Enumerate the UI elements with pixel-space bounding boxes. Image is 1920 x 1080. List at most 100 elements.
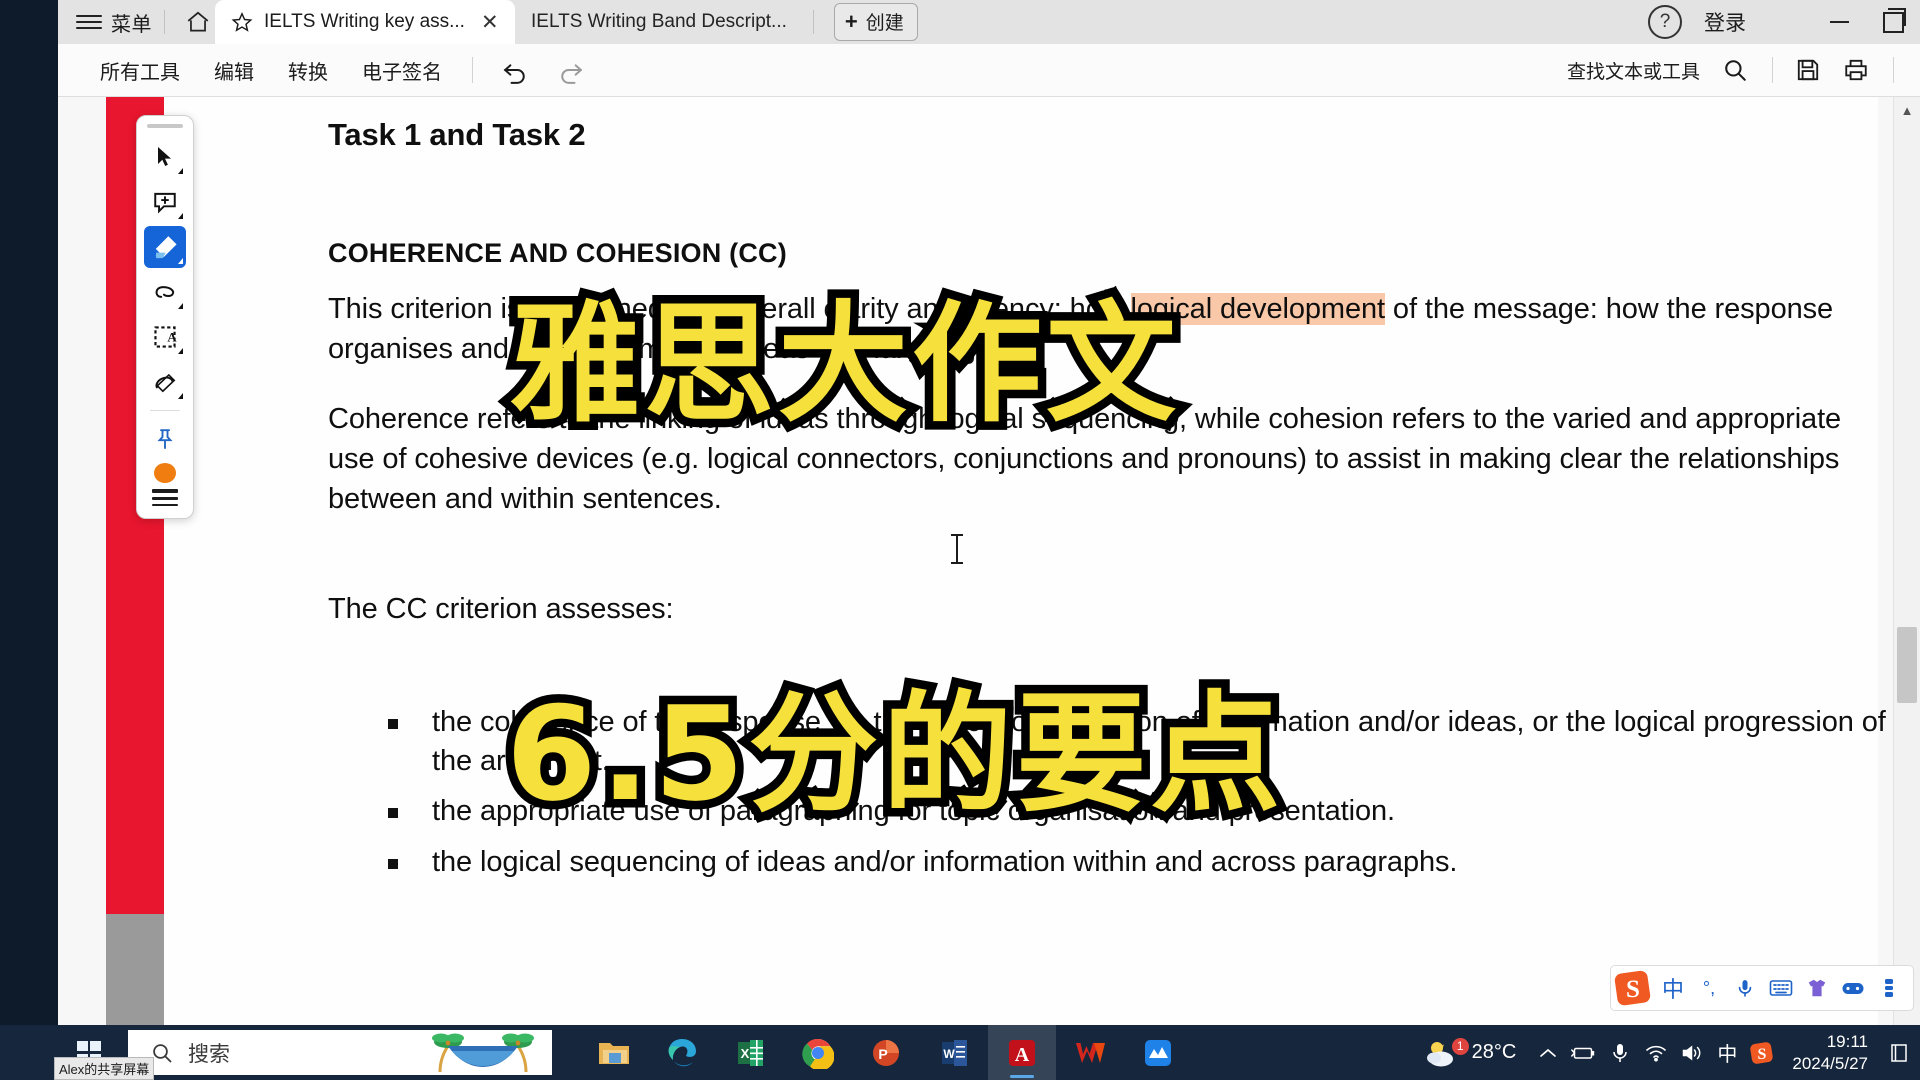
- toolbar-convert[interactable]: 转换: [288, 56, 328, 85]
- weather-widget[interactable]: 1 28°C: [1422, 1036, 1516, 1070]
- color-swatch-orange[interactable]: [154, 463, 176, 483]
- divider: [164, 10, 165, 34]
- svg-text:S: S: [1758, 1046, 1767, 1063]
- select-tool[interactable]: [144, 136, 186, 178]
- clock-time: 19:11: [1826, 1032, 1868, 1052]
- title-bar: 菜单 IELTS Writing key ass... ✕ IELTS Writ…: [58, 0, 1920, 44]
- sogou-logo-icon[interactable]: S: [1613, 968, 1653, 1008]
- clock[interactable]: 19:11 2024/5/27: [1792, 1031, 1868, 1074]
- wifi-icon[interactable]: [1638, 1025, 1674, 1080]
- page-left-grey-band: [106, 914, 164, 1026]
- highlight-tool[interactable]: [144, 226, 186, 268]
- scrollbar-thumb[interactable]: [1897, 627, 1917, 703]
- sogou-tray-icon[interactable]: S: [1744, 1025, 1780, 1080]
- taskbar-app-wps-office[interactable]: [1056, 1025, 1124, 1080]
- erase-pen-tool[interactable]: [144, 361, 186, 403]
- help-icon[interactable]: ?: [1648, 5, 1682, 39]
- hamburger-menu-icon[interactable]: [76, 14, 102, 30]
- svg-text:A: A: [167, 331, 177, 344]
- chevron-down-icon: [178, 303, 183, 309]
- ime-chinese-mode[interactable]: 中: [1655, 970, 1691, 1006]
- system-tray: 1 28°C 中 S 19:11 2024/5/27: [1422, 1025, 1920, 1080]
- ime-punctuation[interactable]: °,: [1691, 970, 1727, 1006]
- clock-date: 2024/5/27: [1792, 1053, 1868, 1073]
- volume-icon[interactable]: [1674, 1025, 1710, 1080]
- divider: [472, 57, 473, 83]
- add-comment-tool[interactable]: [144, 181, 186, 223]
- chevron-down-icon: [178, 348, 183, 354]
- pdf-page: Task 1 and Task 2 COHERENCE AND COHESION…: [164, 97, 1886, 1026]
- microphone-icon[interactable]: [1602, 1025, 1638, 1080]
- active-indicator: [1010, 1075, 1034, 1078]
- draw-free-tool[interactable]: [144, 271, 186, 313]
- vertical-scrollbar[interactable]: ▲: [1893, 97, 1920, 1026]
- restore-button[interactable]: [1866, 0, 1920, 44]
- toolbar-all-tools[interactable]: 所有工具: [100, 56, 180, 85]
- menu-dots-icon[interactable]: [1871, 970, 1907, 1006]
- search-placeholder: 搜索: [188, 1042, 230, 1066]
- annotation-toolbar: A: [136, 115, 194, 519]
- search-icon[interactable]: [1722, 57, 1748, 83]
- create-label: 创建: [865, 13, 904, 34]
- taskbar-app-microsoft-excel[interactable]: X: [716, 1025, 784, 1080]
- close-icon[interactable]: ✕: [481, 12, 499, 33]
- find-text-label[interactable]: 查找文本或工具: [1567, 57, 1700, 84]
- taskbar-app-google-chrome[interactable]: [784, 1025, 852, 1080]
- overlay-caption-line1: 雅思大作文: [501, 280, 1184, 449]
- toolbar-esign[interactable]: 电子签名: [362, 56, 442, 85]
- list-item: the logical sequencing of ideas and/or i…: [388, 843, 1888, 882]
- toolbar-edit[interactable]: 编辑: [214, 56, 254, 85]
- menu-label[interactable]: 菜单: [111, 8, 152, 37]
- text-box-tool[interactable]: A: [144, 316, 186, 358]
- home-icon[interactable]: [181, 5, 215, 39]
- keyboard-icon[interactable]: [1763, 970, 1799, 1006]
- taskbar-app-file-explorer[interactable]: [580, 1025, 648, 1080]
- svg-text:P: P: [878, 1046, 887, 1062]
- microsoft-word-icon: W: [942, 1039, 967, 1066]
- tab-ielts-band-descriptors[interactable]: IELTS Writing Band Descript...: [515, 0, 801, 44]
- document-viewport: Task 1 and Task 2 COHERENCE AND COHESION…: [58, 97, 1920, 1026]
- ime-language-indicator[interactable]: 中: [1710, 1038, 1744, 1067]
- heading-task: Task 1 and Task 2: [328, 117, 586, 152]
- login-button[interactable]: 登录: [1704, 7, 1746, 37]
- paragraph-3: The CC criterion assesses:: [328, 593, 674, 626]
- taskbar-app-blue-app[interactable]: [1124, 1025, 1192, 1080]
- tab-ielts-writing-key[interactable]: IELTS Writing key ass... ✕: [215, 0, 515, 44]
- divider: [1772, 57, 1773, 83]
- divider: [812, 10, 814, 34]
- taskbar-app-microsoft-edge[interactable]: [648, 1025, 716, 1080]
- skin-shirt-icon[interactable]: [1799, 970, 1835, 1006]
- mic-icon[interactable]: [1727, 970, 1763, 1006]
- redo-icon[interactable]: [557, 56, 585, 84]
- minimize-button[interactable]: [1812, 0, 1866, 44]
- taskbar-app-microsoft-word[interactable]: W: [920, 1025, 988, 1080]
- game-controller-icon[interactable]: [1835, 970, 1871, 1006]
- taskbar-app-adobe-acrobat[interactable]: A: [988, 1025, 1056, 1080]
- main-toolbar: 所有工具 编辑 转换 电子签名 查找文本或工具: [58, 44, 1920, 97]
- plus-icon: +: [844, 8, 858, 34]
- hammock-illustration: [432, 1033, 534, 1073]
- battery-icon[interactable]: [1566, 1025, 1602, 1080]
- taskbar-app-microsoft-powerpoint[interactable]: P: [852, 1025, 920, 1080]
- taskbar-search[interactable]: 搜索: [128, 1030, 552, 1075]
- screen-share-tooltip: Alex的共享屏幕: [54, 1057, 155, 1080]
- star-icon: [231, 11, 253, 33]
- tab-label: IELTS Writing Band Descript...: [531, 11, 787, 32]
- create-button[interactable]: + 创建: [833, 3, 918, 41]
- line-thickness-icon[interactable]: [152, 489, 178, 506]
- weather-badge: 1: [1451, 1037, 1469, 1055]
- print-icon[interactable]: [1843, 57, 1869, 83]
- google-chrome-icon: [802, 1038, 834, 1069]
- chevron-up-icon[interactable]: [1530, 1025, 1566, 1080]
- taskbar-apps: X P W A: [580, 1025, 1192, 1080]
- pushpin-tool[interactable]: [144, 418, 186, 460]
- palette-drag-handle[interactable]: [147, 124, 183, 128]
- undo-icon[interactable]: [501, 56, 529, 84]
- notification-icon[interactable]: [1886, 1025, 1912, 1080]
- svg-text:A: A: [1015, 1044, 1030, 1066]
- save-icon[interactable]: [1795, 57, 1821, 83]
- wps-office-icon: [1076, 1042, 1105, 1063]
- scroll-up-icon[interactable]: ▲: [1894, 103, 1920, 118]
- microsoft-edge-icon: [668, 1038, 696, 1066]
- text-cursor: [951, 534, 963, 564]
